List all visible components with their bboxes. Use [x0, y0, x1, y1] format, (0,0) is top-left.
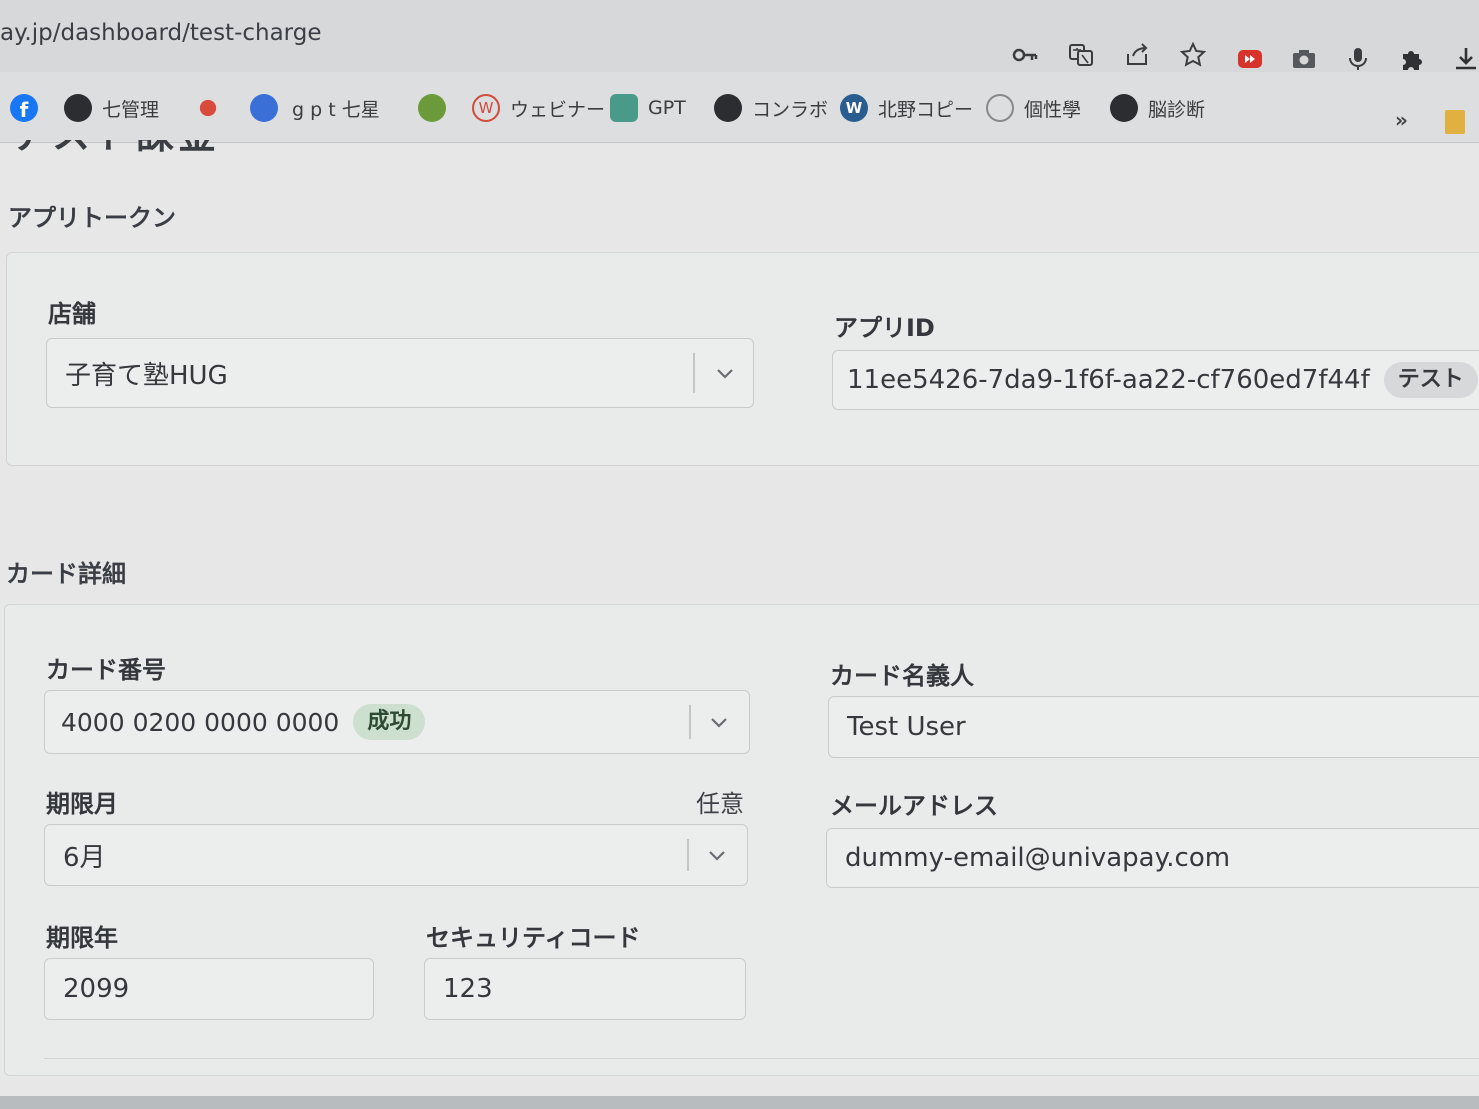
email-value: dummy-email@univapay.com: [845, 843, 1231, 873]
bookmark-item-7[interactable]: コンラボ: [714, 94, 828, 122]
bookmarks-more-button[interactable]: »: [1395, 108, 1408, 132]
star-icon[interactable]: [1178, 40, 1208, 70]
microphone-icon[interactable]: [1343, 44, 1373, 74]
divider: [44, 1058, 1479, 1059]
openai-icon: [610, 94, 638, 122]
card-number-value: 4000 0200 0000 0000: [61, 707, 340, 737]
key-icon[interactable]: [1010, 40, 1040, 70]
card-number-label: カード番号: [46, 656, 166, 684]
bookmark-facebook[interactable]: f: [10, 94, 38, 122]
card-number-select[interactable]: 4000 0200 0000 0000 成功: [44, 690, 750, 754]
app-token-section-title: アプリトークン: [8, 204, 176, 232]
security-code-value: 123: [443, 974, 493, 1004]
bookmark-label: 脳診断: [1148, 98, 1206, 121]
wordpress-icon: W: [840, 94, 868, 122]
bookmark-item-3[interactable]: g p t 七星: [250, 94, 380, 122]
extension-icons: [1235, 44, 1479, 74]
card-holder-value: Test User: [847, 712, 966, 742]
bookmark-label: 七管理: [102, 98, 160, 121]
globe-icon: [714, 94, 742, 122]
chevron-down-icon: [717, 369, 733, 379]
app-icon: [250, 94, 278, 122]
store-value: 子育て塾HUG: [65, 360, 228, 391]
select-divider: [689, 705, 691, 739]
app-id-select[interactable]: 11ee5426-7da9-1f6f-aa22-cf760ed7f44f テスト: [832, 350, 1479, 410]
bookmark-item-4[interactable]: [418, 94, 446, 122]
circle-icon: [986, 94, 1014, 122]
youtube-icon[interactable]: [1235, 44, 1265, 74]
facebook-icon: f: [10, 94, 38, 122]
exp-month-select[interactable]: 6月: [44, 824, 748, 886]
email-label: メールアドレス: [830, 792, 998, 820]
translate-icon[interactable]: [1066, 40, 1096, 70]
app-id-mode-badge: テスト: [1383, 362, 1478, 398]
address-bar[interactable]: ay.jp/dashboard/test-charge: [0, 0, 1479, 72]
share-icon[interactable]: [1122, 40, 1152, 70]
puzzle-icon[interactable]: [1397, 44, 1427, 74]
exp-year-label: 期限年: [46, 924, 118, 952]
bookmarks-folder-icon[interactable]: [1445, 110, 1465, 134]
download-icon[interactable]: [1451, 44, 1479, 74]
bookmark-label: GPT: [648, 97, 686, 119]
exp-year-input[interactable]: 2099: [44, 958, 374, 1020]
store-select[interactable]: 子育て塾HUG: [46, 338, 754, 408]
security-code-label: セキュリティコード: [426, 924, 641, 952]
card-result-badge: 成功: [353, 704, 426, 740]
bookmark-item-8[interactable]: W 北野コピー: [840, 94, 973, 122]
store-label: 店舗: [48, 300, 96, 328]
globe-icon: [1110, 94, 1138, 122]
bookmark-label: コンラボ: [752, 98, 829, 121]
app-id-value: 11ee5426-7da9-1f6f-aa22-cf760ed7f44f: [847, 365, 1370, 395]
bookmark-item-6[interactable]: GPT: [610, 94, 686, 122]
flower-icon: [194, 94, 222, 122]
bookmark-label: g p t 七星: [292, 98, 380, 121]
globe-icon: [64, 94, 92, 122]
app-id-label: アプリID: [834, 314, 935, 342]
security-code-input[interactable]: 123: [424, 958, 746, 1020]
exp-month-label: 期限月: [46, 790, 118, 818]
bookmark-label: 北野コピー: [878, 98, 974, 121]
bookmark-item-10[interactable]: 脳診断: [1110, 94, 1205, 122]
card-holder-input[interactable]: Test User: [828, 696, 1479, 758]
bookmark-item-9[interactable]: 個性學: [986, 94, 1081, 122]
email-input[interactable]: dummy-email@univapay.com: [826, 828, 1479, 888]
exp-month-value: 6月: [63, 842, 106, 873]
bookmark-item-5[interactable]: W ウェビナー: [472, 94, 605, 122]
w-icon: W: [472, 94, 500, 122]
url-text[interactable]: ay.jp/dashboard/test-charge: [0, 20, 321, 46]
bookmark-label: ウェビナー: [510, 98, 606, 121]
chevron-down-icon: [709, 851, 725, 861]
camera-icon[interactable]: [1289, 44, 1319, 74]
select-divider: [687, 839, 689, 871]
scrollbar[interactable]: [0, 1096, 1479, 1109]
omnibox-icons: [1010, 40, 1208, 70]
bookmark-label: 個性學: [1024, 98, 1082, 121]
exp-month-optional-label: 任意: [696, 790, 744, 818]
card-holder-label: カード名義人: [830, 662, 974, 690]
select-divider: [693, 353, 695, 393]
bookmark-item-1[interactable]: 七管理: [64, 94, 159, 122]
exp-year-value: 2099: [63, 974, 130, 1004]
badge-icon: [418, 94, 446, 122]
bookmark-item-2[interactable]: [194, 94, 222, 122]
card-section-title: カード詳細: [6, 560, 126, 588]
chevron-down-icon: [711, 718, 727, 728]
